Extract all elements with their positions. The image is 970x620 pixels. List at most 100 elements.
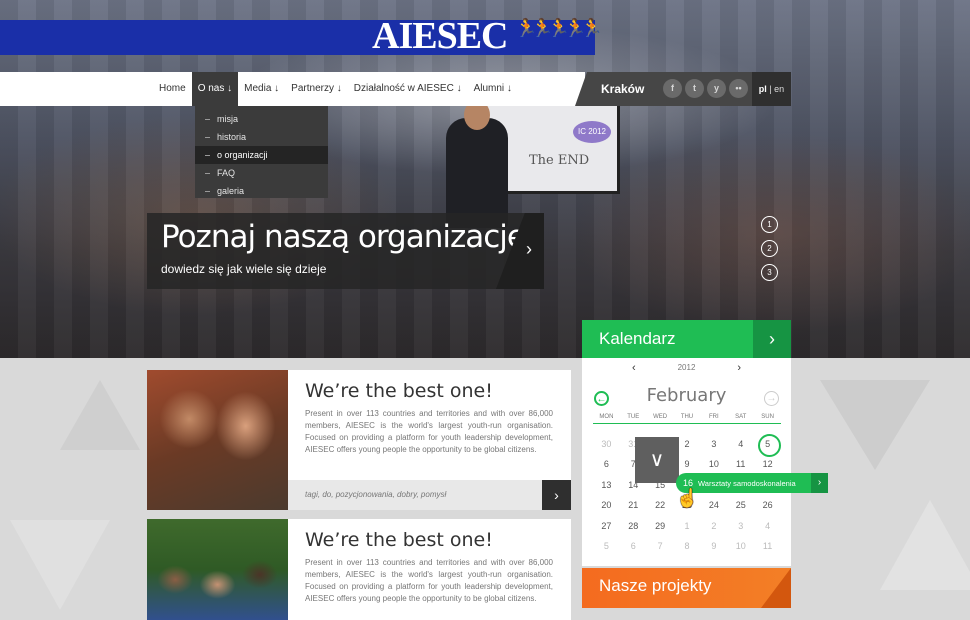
weekday-label: SUN	[761, 414, 774, 420]
weekday-label: MON	[599, 414, 614, 420]
language-switch: pl | en	[752, 72, 791, 106]
year-prev-button[interactable]: ‹	[632, 362, 636, 374]
calendar-day[interactable]: 28	[620, 516, 647, 536]
calendar-day[interactable]: 29	[647, 516, 674, 536]
slide-dot-2[interactable]: 2	[761, 240, 778, 257]
calendar-day[interactable]: 22	[647, 495, 674, 515]
year-next-button[interactable]: ›	[737, 362, 741, 374]
calendar-day[interactable]: 11	[727, 454, 754, 474]
slide-subtitle: dowiedz się jak wiele się dzieje	[161, 262, 327, 276]
calendar-event[interactable]: 16 Warsztaty samodoskonalenia ›	[676, 473, 828, 493]
weekday-label: FRI	[709, 414, 719, 420]
calendar-day[interactable]: 6	[593, 454, 620, 474]
calendar-year: ‹ 2012 ›	[582, 362, 791, 374]
projects-title: Nasze projekty	[599, 576, 712, 595]
slide-dot-1[interactable]: 1	[761, 216, 778, 233]
calendar-day[interactable]: 2	[700, 516, 727, 536]
social-links: f t y ••	[663, 79, 748, 98]
projects-header[interactable]: Nasze projekty	[582, 568, 791, 608]
dropdown-item-misja[interactable]: misja	[195, 110, 328, 128]
calendar-day[interactable]: 10	[727, 536, 754, 556]
calendar-day[interactable]: 27	[593, 516, 620, 536]
lang-pl[interactable]: pl	[759, 84, 767, 94]
bg-triangle	[10, 520, 110, 610]
dropdown-item-galeria[interactable]: galeria	[195, 182, 328, 200]
facebook-icon[interactable]: f	[663, 79, 682, 98]
slide-dot-3[interactable]: 3	[761, 264, 778, 281]
weekday-label: THU	[680, 414, 694, 420]
hand-cursor-icon: ☝	[676, 488, 699, 508]
lang-separator: |	[769, 84, 772, 94]
bg-triangle	[880, 500, 970, 590]
main-nav: Home O nas ↓ Media ↓ Partnerzy ↓ Działal…	[0, 72, 585, 106]
city-label[interactable]: Kraków	[601, 72, 644, 106]
calendar-day[interactable]: 24	[700, 495, 727, 515]
month-next-icon[interactable]: →	[764, 391, 779, 406]
aiesec-logo[interactable]: AIESEC	[372, 14, 508, 58]
calendar-day[interactable]: 8	[674, 536, 701, 556]
article-body: Present in over 113 countries and territ…	[305, 409, 553, 454]
runners-logo-icon: 🏃🏃🏃🏃🏃	[515, 18, 603, 38]
chevron-right-icon: ›	[526, 239, 532, 259]
flickr-icon[interactable]: ••	[729, 79, 748, 98]
calendar-widget: ‹ 2012 › ← February → MON TUE WED THU FRI SAT…	[582, 358, 791, 566]
slide-pager: 1 2 3	[761, 216, 778, 288]
calendar-day[interactable]: 20	[593, 495, 620, 515]
article-photo[interactable]	[147, 519, 288, 620]
day-popup-chevron-icon[interactable]: ∨	[635, 437, 679, 483]
article-more-button[interactable]: ›	[542, 480, 571, 510]
article-title[interactable]: We’re the best one!	[305, 380, 493, 402]
calendar-day[interactable]: 13	[593, 475, 620, 495]
calendar-day[interactable]: 6	[620, 536, 647, 556]
calendar-header[interactable]: Kalendarz ›	[582, 320, 791, 358]
calendar-day[interactable]: 9	[700, 536, 727, 556]
calendar-day[interactable]: 21	[620, 495, 647, 515]
weekday-row: MON TUE WED THU FRI SAT SUN	[593, 414, 781, 424]
speaker-figure	[446, 100, 508, 228]
article-card: We’re the best one! Present in over 113 …	[147, 519, 571, 620]
calendar-day[interactable]: 4	[727, 434, 754, 454]
dropdown-item-o-organizacji[interactable]: o organizacji	[195, 146, 328, 164]
calendar-title: Kalendarz	[599, 329, 676, 348]
slide-caption: Poznaj naszą organizację dowiedz się jak…	[147, 213, 544, 289]
dropdown-item-historia[interactable]: historia	[195, 128, 328, 146]
nav-item-partnerzy[interactable]: Partnerzy ↓	[285, 72, 348, 106]
calendar-day[interactable]: 5	[754, 434, 781, 458]
o-nas-dropdown: misja historia o organizacji FAQ galeria	[195, 106, 328, 198]
nav-item-alumni[interactable]: Alumni ↓	[468, 72, 518, 106]
nav-item-home[interactable]: Home	[153, 72, 192, 106]
event-arrow-icon[interactable]: ›	[811, 473, 828, 493]
weekday-label: SAT	[735, 414, 747, 420]
calendar-day[interactable]: 5	[593, 536, 620, 556]
nav-item-dzialalnosc[interactable]: Działalność w AIESEC ↓	[348, 72, 468, 106]
calendar-day[interactable]: 1	[674, 516, 701, 536]
month-label: February	[646, 385, 727, 406]
event-day: 16	[683, 478, 694, 488]
article-card: We’re the best one! Present in over 113 …	[147, 370, 571, 510]
nav-item-o-nas[interactable]: O nas ↓	[191, 72, 239, 106]
lang-en[interactable]: en	[774, 84, 784, 94]
calendar-open-button[interactable]: ›	[753, 320, 791, 358]
article-body: Present in over 113 countries and territ…	[305, 558, 553, 603]
article-title[interactable]: We’re the best one!	[305, 529, 493, 551]
calendar-day[interactable]: 30	[593, 434, 620, 454]
article-photo[interactable]	[147, 370, 288, 510]
article-tags: tagi, do, pozycjonowania, dobry, pomysł	[288, 480, 571, 510]
calendar-day[interactable]: 4	[754, 516, 781, 536]
dropdown-item-faq[interactable]: FAQ	[195, 164, 328, 182]
calendar-day[interactable]: 10	[700, 454, 727, 474]
nav-item-media[interactable]: Media ↓	[238, 72, 285, 106]
calendar-day[interactable]: 7	[647, 536, 674, 556]
calendar-day[interactable]: 11	[754, 536, 781, 556]
calendar-day[interactable]: 12	[754, 454, 781, 474]
calendar-day[interactable]: 3	[727, 516, 754, 536]
calendar-day[interactable]: 3	[700, 434, 727, 454]
calendar-day[interactable]: 25	[727, 495, 754, 515]
event-title: Warsztaty samodoskonalenia	[698, 479, 796, 488]
screen-badge: IC 2012	[573, 121, 611, 143]
youtube-icon[interactable]: y	[707, 79, 726, 98]
twitter-icon[interactable]: t	[685, 79, 704, 98]
bg-triangle	[820, 380, 930, 470]
bg-triangle	[60, 380, 140, 450]
calendar-day[interactable]: 26	[754, 495, 781, 515]
